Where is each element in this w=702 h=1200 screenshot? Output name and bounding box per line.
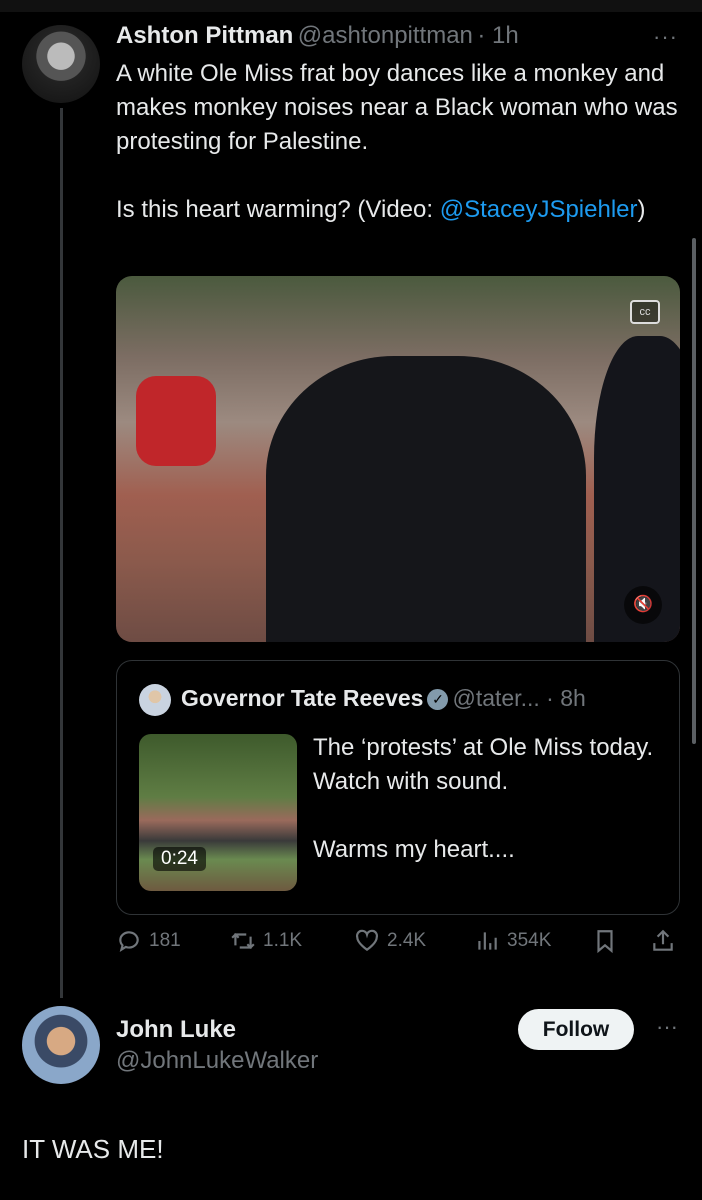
mention-link[interactable]: @StaceyJSpiehler bbox=[440, 196, 638, 223]
quote-time: · 8h bbox=[546, 685, 586, 711]
reply-count: 181 bbox=[149, 930, 181, 951]
captions-button[interactable]: cc bbox=[630, 300, 660, 324]
tweet-body-end: ) bbox=[637, 196, 646, 223]
tweet-header: Ashton Pittman @ashtonpittman · 1h bbox=[116, 22, 519, 50]
thread-line bbox=[60, 108, 63, 998]
reply-icon bbox=[119, 931, 139, 953]
tweet-video[interactable]: cc 🔇 bbox=[116, 276, 680, 642]
tweet-time[interactable]: · 1h bbox=[477, 22, 518, 49]
reply-text: IT WAS ME! bbox=[22, 1134, 164, 1164]
reply-author-handle[interactable]: @JohnLukeWalker bbox=[116, 1047, 318, 1075]
tweet-text: A white Ole Miss frat boy dances like a … bbox=[116, 57, 686, 227]
top-bar bbox=[0, 0, 702, 12]
avatar-john-luke[interactable] bbox=[22, 1006, 100, 1084]
video-figure bbox=[266, 356, 586, 642]
heart-icon bbox=[356, 929, 378, 951]
verified-badge-icon: ✓ bbox=[427, 689, 449, 710]
views-icon bbox=[478, 932, 497, 950]
repost-count: 1.1K bbox=[263, 930, 303, 951]
quote-author-name: Governor Tate Reeves bbox=[181, 685, 424, 711]
video-figure bbox=[136, 376, 216, 466]
bookmark-icon bbox=[597, 930, 613, 954]
follow-button[interactable]: Follow bbox=[518, 1009, 634, 1050]
action-bar: 181 1.1K 2.4K 354K bbox=[116, 928, 680, 960]
video-duration: 0:24 bbox=[153, 847, 206, 871]
speaker-muted-icon[interactable]: 🔇 bbox=[624, 586, 662, 624]
avatar-ashton-pittman[interactable] bbox=[22, 25, 100, 103]
like-count: 2.4K bbox=[387, 930, 427, 951]
more-icon[interactable]: ··· bbox=[653, 24, 678, 50]
repost-icon bbox=[231, 932, 255, 950]
avatar-tate-reeves bbox=[139, 684, 171, 716]
bookmark-button[interactable] bbox=[592, 928, 618, 954]
share-icon bbox=[653, 929, 673, 951]
views-button[interactable]: 354K bbox=[474, 928, 551, 954]
reply-author-name[interactable]: John Luke bbox=[116, 1016, 236, 1044]
share-button[interactable] bbox=[650, 928, 676, 954]
repost-button[interactable]: 1.1K bbox=[230, 928, 302, 954]
author-handle[interactable]: @ashtonpittman bbox=[298, 22, 473, 49]
quote-header: Governor Tate Reeves ✓ @tater... · 8h bbox=[181, 685, 586, 712]
quote-text: The ‘protests’ at Ole Miss today. Watch … bbox=[313, 734, 654, 863]
like-button[interactable]: 2.4K bbox=[354, 928, 426, 954]
more-icon[interactable]: ··· bbox=[656, 1014, 678, 1040]
reply-button[interactable]: 181 bbox=[116, 928, 181, 954]
author-name[interactable]: Ashton Pittman bbox=[116, 22, 293, 49]
quote-video-thumbnail[interactable]: 0:24 bbox=[139, 734, 297, 891]
quote-handle: @tater... bbox=[452, 685, 540, 711]
quoted-tweet[interactable]: Governor Tate Reeves ✓ @tater... · 8h 0:24… bbox=[116, 660, 680, 915]
scrollbar[interactable] bbox=[692, 238, 696, 744]
views-count: 354K bbox=[507, 930, 552, 951]
